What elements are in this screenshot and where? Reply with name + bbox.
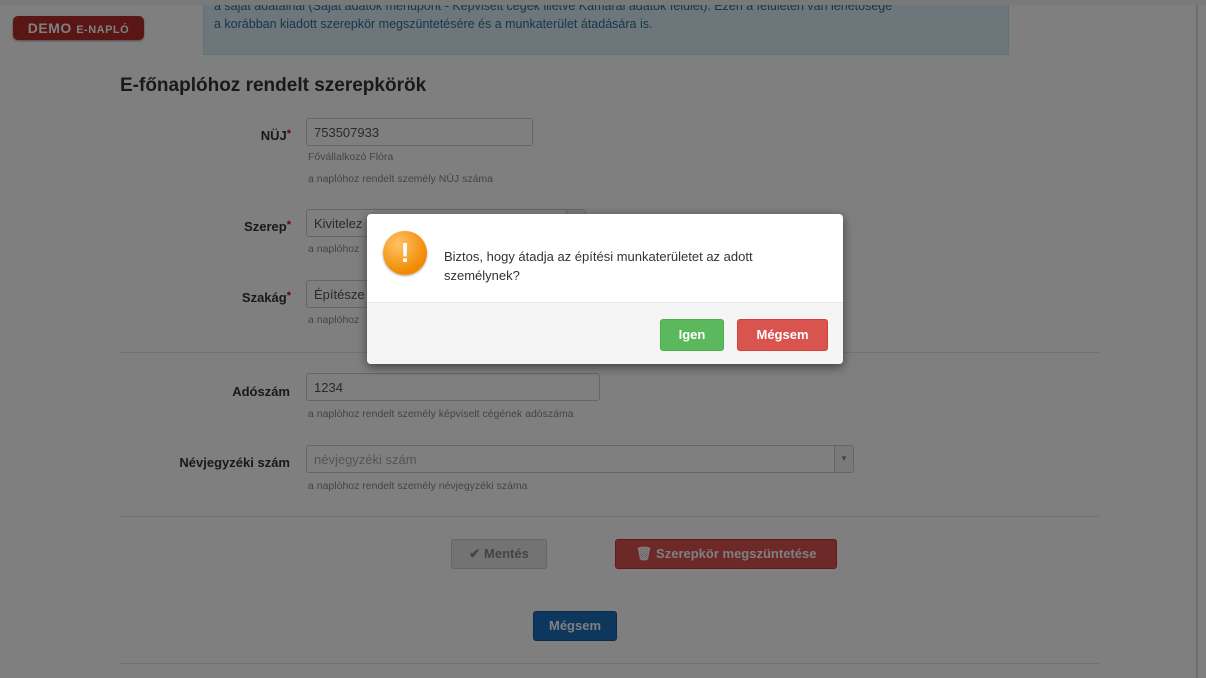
confirm-no-button[interactable]: Mégsem	[737, 319, 828, 351]
dialog-footer: Igen Mégsem	[367, 302, 843, 364]
exclamation-icon: !	[383, 231, 427, 275]
confirm-yes-button[interactable]: Igen	[660, 319, 724, 351]
confirm-dialog: ! Biztos, hogy átadja az építési munkate…	[367, 214, 843, 364]
dialog-body: ! Biztos, hogy átadja az építési munkate…	[367, 214, 843, 302]
dialog-message: Biztos, hogy átadja az építési munkaterü…	[444, 249, 753, 283]
